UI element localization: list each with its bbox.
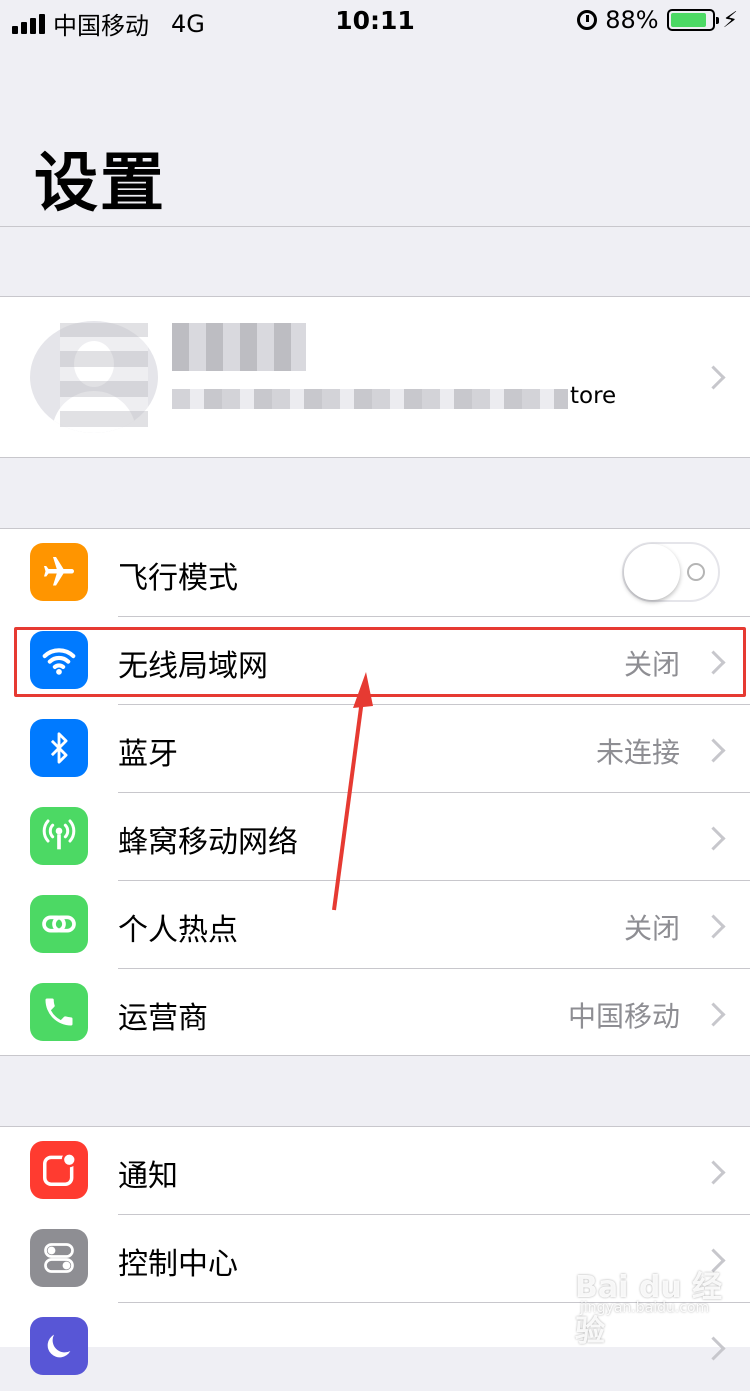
chevron-right-icon	[701, 1160, 726, 1185]
battery-icon	[666, 9, 719, 31]
wifi-highlight-box	[14, 627, 746, 697]
bluetooth-label: 蓝牙	[118, 737, 178, 772]
status-right: 88% ⚡	[577, 6, 738, 34]
control-center-icon	[30, 1229, 88, 1287]
network-settings-group: 飞行模式 无线局域网 关闭 蓝牙 未连接 蜂窝移动网络 个人热点 关闭 运营商 …	[0, 528, 750, 1056]
hotspot-row[interactable]: 个人热点 关闭	[0, 881, 750, 969]
cellular-icon	[30, 807, 88, 865]
phone-icon	[30, 983, 88, 1041]
charging-icon: ⚡	[722, 7, 738, 33]
status-bar: 中国移动 4G 10:11 88% ⚡	[0, 0, 750, 40]
chevron-right-icon	[701, 365, 726, 390]
airplane-mode-label: 飞行模式	[118, 561, 238, 596]
carrier-label: 运营商	[118, 1001, 208, 1036]
profile-subtitle-redacted	[172, 389, 568, 409]
alarm-icon	[577, 10, 598, 30]
chevron-right-icon	[701, 826, 726, 851]
avatar-pixelation	[60, 323, 148, 427]
hotspot-icon	[30, 895, 88, 953]
profile-row[interactable]: tore	[0, 296, 750, 458]
bluetooth-icon	[30, 719, 88, 777]
baidu-watermark-url: jingyan.baidu.com	[580, 1300, 710, 1316]
chevron-right-icon	[701, 914, 726, 939]
battery-fill	[670, 13, 706, 27]
cellular-label: 蜂窝移动网络	[118, 825, 298, 860]
toggle-off-indicator	[687, 563, 705, 581]
carrier-value: 中国移动	[567, 1000, 680, 1033]
control-center-label: 控制中心	[118, 1247, 238, 1282]
hotspot-label: 个人热点	[118, 913, 238, 948]
carrier-row[interactable]: 运营商 中国移动	[0, 969, 750, 1057]
toggle-knob	[624, 544, 680, 600]
cellular-row[interactable]: 蜂窝移动网络	[0, 793, 750, 881]
profile-name-redacted	[172, 323, 306, 371]
notifications-label: 通知	[118, 1159, 178, 1194]
bluetooth-status: 未连接	[595, 736, 680, 769]
chevron-right-icon	[701, 1002, 726, 1027]
page-title: 设置	[34, 147, 166, 221]
hotspot-status: 关闭	[623, 912, 680, 945]
moon-icon	[30, 1317, 88, 1375]
airplane-mode-toggle[interactable]	[622, 542, 720, 602]
notifications-row[interactable]: 通知	[0, 1127, 750, 1215]
profile-subtitle: tore	[570, 383, 617, 409]
chevron-right-icon	[701, 738, 726, 763]
notification-icon	[30, 1141, 88, 1199]
bluetooth-row[interactable]: 蓝牙 未连接	[0, 705, 750, 793]
header-divider	[0, 226, 750, 227]
airplane-icon	[30, 543, 88, 601]
battery-percent: 88%	[605, 6, 659, 34]
airplane-mode-row: 飞行模式	[0, 529, 750, 617]
